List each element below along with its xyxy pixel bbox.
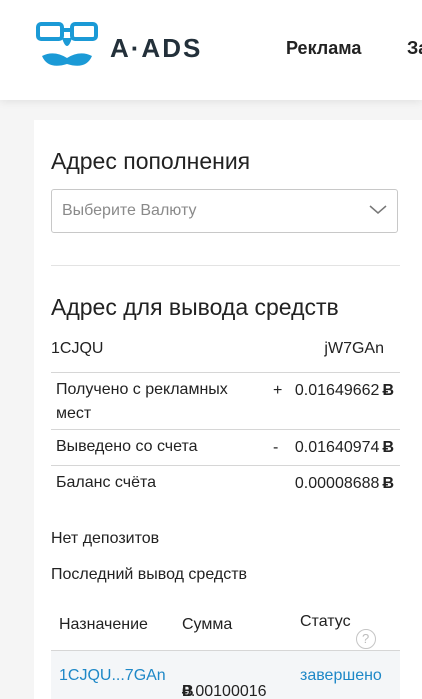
logo-mascot-icon — [36, 20, 98, 77]
balance-value: 0.01649662 Ƀ — [294, 382, 394, 399]
chevron-down-icon — [369, 202, 387, 220]
header-amount: Сумма — [182, 616, 233, 633]
header-status: Статус? — [300, 613, 376, 649]
nav-ads[interactable]: Реклама — [286, 38, 361, 59]
header-destination: Назначение — [59, 616, 148, 633]
balance-sign: - — [273, 439, 279, 456]
nav-more[interactable]: За — [407, 38, 422, 59]
balance-label: Выведено со счета — [56, 438, 198, 455]
bitcoin-icon: Ƀ — [382, 475, 394, 492]
last-withdrawal-title: Последний вывод средств — [51, 566, 248, 583]
bitcoin-icon: Ƀ — [182, 683, 194, 699]
balance-table: Получено с рекламных мест + 0.01649662 Ƀ … — [51, 372, 400, 501]
balance-value: 0.01640974 Ƀ — [294, 439, 394, 456]
withdraw-address-end: jW7GAn — [324, 340, 384, 357]
currency-select[interactable]: Выберите Валюту — [51, 189, 398, 233]
balance-row-withdrawn: Выведено со счета - 0.01640974 Ƀ — [51, 430, 400, 466]
withdrawals-table: Назначение Сумма Статус? 1CJQU...7GAn 0.… — [51, 600, 400, 699]
no-deposits-text: Нет депозитов — [51, 530, 160, 547]
balance-sign: + — [273, 382, 283, 399]
question-icon[interactable]: ? — [355, 629, 376, 649]
withdraw-address-start: 1CJQU — [51, 340, 104, 357]
withdrawal-destination-link[interactable]: 1CJQU...7GAn — [59, 667, 166, 685]
withdrawal-status-link[interactable]: завершено — [300, 667, 382, 685]
divider — [51, 265, 400, 266]
balance-row-received: Получено с рекламных мест + 0.01649662 Ƀ — [51, 373, 400, 430]
bitcoin-icon: Ƀ — [382, 382, 394, 399]
currency-select-placeholder: Выберите Валюту — [62, 202, 197, 219]
balance-row-total: Баланс счёта 0.00008688 Ƀ — [51, 466, 400, 501]
balance-label: Баланс счёта — [56, 474, 157, 491]
withdrawals-header: Назначение Сумма Статус? — [51, 600, 400, 651]
bitcoin-icon: Ƀ — [382, 439, 394, 456]
balance-card: Адрес пополнения Выберите Валюту Адрес д… — [34, 120, 422, 699]
deposit-title: Адрес пополнения — [51, 148, 251, 174]
site-header: A·ADS Реклама За — [0, 0, 422, 100]
balance-value: 0.00008688 Ƀ — [294, 475, 394, 492]
withdraw-address: 1CJQU jW7GAn — [51, 340, 400, 360]
logo-text: A·ADS — [110, 32, 203, 63]
balance-label: Получено с рекламных мест — [56, 381, 228, 422]
table-row: 1CJQU...7GAn 0.00100016 Ƀ завершено — [51, 651, 400, 699]
logo[interactable]: A·ADS — [36, 20, 202, 76]
withdraw-title: Адрес для вывода средств — [51, 294, 339, 320]
